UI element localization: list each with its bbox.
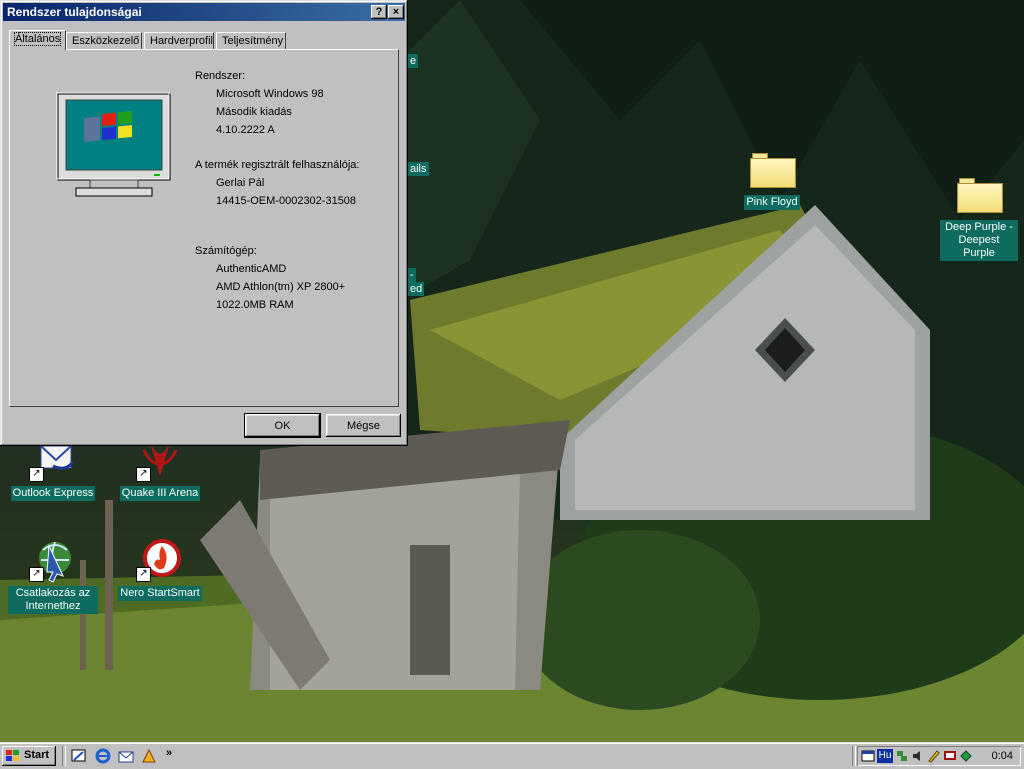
shortcut-arrow-icon: ↗ — [136, 567, 151, 582]
shortcut-arrow-icon: ↗ — [29, 467, 44, 482]
tab-hardverprofil[interactable]: Hardverprofil — [144, 32, 214, 49]
system-tray: Hu 0:04 — [857, 746, 1021, 766]
tab-altalanos[interactable]: Általános — [9, 30, 66, 50]
tab-teljesitmeny[interactable]: Teljesítmény — [216, 32, 286, 49]
shortcut-arrow-icon: ↗ — [29, 567, 44, 582]
os-version: 4.10.2222 A — [216, 124, 275, 136]
tray-antivirus-icon[interactable] — [959, 749, 973, 763]
start-button[interactable]: Start — [2, 746, 56, 766]
system-properties-dialog: Rendszer tulajdonságai ? × Általános Esz… — [0, 0, 408, 446]
general-tab-panel: Rendszer: Microsoft Windows 98 Második k… — [9, 49, 399, 407]
desktop-icon-label: Nero StartSmart — [118, 586, 202, 601]
internet-explorer-icon[interactable] — [94, 747, 112, 765]
cpu-model: AMD Athlon(tm) XP 2800+ — [216, 281, 346, 293]
taskbar-separator — [852, 746, 856, 766]
taskbar-separator — [62, 746, 66, 766]
product-id: 14415-OEM-0002302-31508 — [216, 195, 357, 207]
folder-icon — [957, 178, 1003, 213]
desktop-icon-pink-floyd[interactable]: Pink Floyd — [727, 145, 817, 210]
volume-icon[interactable] — [911, 749, 925, 763]
registered-user: Gerlai Pál — [216, 177, 265, 189]
desktop-icon-connect-internet[interactable]: ↗ Csatlakozás az Internethez — [8, 536, 98, 614]
start-label: Start — [24, 749, 50, 761]
registered-heading: A termék regisztrált felhasználója: — [195, 159, 360, 171]
show-desktop-icon[interactable] — [70, 747, 88, 765]
tray-network-icon[interactable] — [895, 749, 909, 763]
os-edition: Második kiadás — [216, 106, 292, 118]
desktop-icon-nero[interactable]: ↗ Nero StartSmart — [115, 536, 205, 601]
tab-eszkozkezelo[interactable]: Eszközkezelő — [66, 32, 142, 49]
taskbar: Start » Hu 0:04 — [0, 742, 1024, 769]
close-button[interactable]: × — [388, 5, 404, 19]
tray-display-icon[interactable] — [943, 749, 957, 763]
folder-icon — [750, 153, 796, 188]
desktop-icon-label: Deep Purple - Deepest Purple — [940, 220, 1018, 261]
quicklaunch-more-button[interactable]: » — [166, 747, 172, 759]
tray-pen-icon[interactable] — [927, 749, 941, 763]
os-name: Microsoft Windows 98 — [216, 88, 324, 100]
ram-amount: 1022.0MB RAM — [216, 299, 294, 311]
desktop-icon-deep-purple[interactable]: Deep Purple - Deepest Purple — [936, 170, 1022, 261]
tray-scheduler-icon[interactable] — [861, 749, 875, 763]
desktop-icon-label: Pink Floyd — [744, 195, 800, 210]
computer-monitor-icon — [56, 92, 171, 197]
windows-flag-icon — [6, 750, 19, 761]
system-heading: Rendszer: — [195, 70, 246, 82]
desktop-icon-label-partial[interactable]: ails — [408, 162, 429, 176]
language-indicator[interactable]: Hu — [877, 749, 893, 763]
tab-label: Általános — [13, 32, 62, 46]
desktop-icon-label: Csatlakozás az Internethez — [8, 586, 98, 614]
desktop-icon-label: Outlook Express — [10, 486, 96, 501]
desktop-icon-label-partial[interactable]: - — [408, 268, 416, 282]
desktop-icon-label-partial[interactable]: ed — [408, 282, 425, 296]
ok-button[interactable]: OK — [244, 413, 321, 438]
dialog-title-bar[interactable]: Rendszer tulajdonságai ? × — [3, 3, 405, 21]
clock[interactable]: 0:04 — [992, 750, 1013, 762]
shortcut-arrow-icon: ↗ — [136, 467, 151, 482]
outlook-express-quicklaunch-icon[interactable] — [117, 747, 135, 765]
dialog-title: Rendszer tulajdonságai — [7, 5, 142, 19]
help-button[interactable]: ? — [371, 5, 387, 19]
computer-heading: Számítógép: — [195, 245, 257, 257]
channels-icon[interactable] — [140, 747, 158, 765]
desktop-icon-label: Quake III Arena — [119, 486, 201, 501]
desktop-icon-label-partial[interactable]: e — [408, 54, 419, 68]
cancel-button[interactable]: Mégse — [326, 414, 401, 437]
cpu-vendor: AuthenticAMD — [216, 263, 287, 275]
